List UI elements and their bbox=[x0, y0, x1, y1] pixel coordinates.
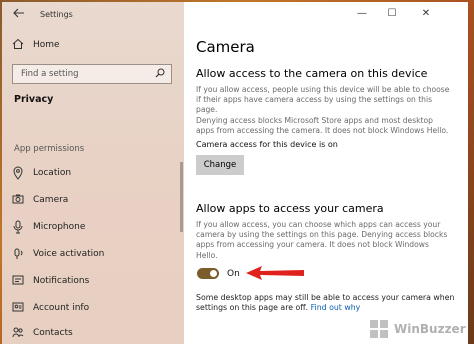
device-access-heading: Allow access to the camera on this devic… bbox=[196, 67, 428, 80]
sidebar-item-label: Notifications bbox=[33, 276, 90, 286]
section-title-privacy: Privacy bbox=[14, 94, 54, 105]
search-placeholder: Find a setting bbox=[21, 69, 79, 79]
search-input[interactable]: Find a setting bbox=[12, 64, 172, 84]
sidebar-item-microphone[interactable]: Microphone bbox=[2, 218, 184, 240]
apps-access-heading: Allow apps to access your camera bbox=[196, 202, 384, 215]
winbuzzer-logo-icon bbox=[370, 320, 388, 338]
main-content: Camera Allow access to the camera on thi… bbox=[194, 2, 468, 344]
sidebar-item-label: Location bbox=[33, 168, 72, 178]
arrow-left-icon bbox=[13, 8, 24, 18]
toggle-knob bbox=[210, 270, 217, 277]
change-button[interactable]: Change bbox=[196, 155, 244, 175]
find-out-why-link[interactable]: Find out why bbox=[311, 303, 361, 312]
group-label-app-permissions: App permissions bbox=[14, 144, 85, 154]
camera-apps-toggle[interactable] bbox=[197, 268, 219, 279]
description-line: If you allow access, you can choose whic… bbox=[196, 220, 441, 229]
notification-icon bbox=[12, 274, 24, 288]
sidebar-item-account-info[interactable]: Account info bbox=[2, 299, 184, 321]
description-line: apps from accessing the camera. It does … bbox=[196, 125, 449, 135]
apps-access-description: If you allow access, you can choose whic… bbox=[196, 220, 450, 261]
sidebar-item-label: Account info bbox=[33, 303, 90, 313]
watermark-text: WinBuzzer bbox=[394, 322, 466, 336]
description-line: Denying access blocks Microsoft Store ap… bbox=[196, 115, 434, 125]
sidebar-scrollbar[interactable] bbox=[180, 162, 183, 232]
sidebar-item-contacts[interactable]: Contacts bbox=[2, 324, 184, 344]
search-icon[interactable] bbox=[155, 68, 165, 81]
camera-icon bbox=[12, 193, 24, 207]
home-icon bbox=[12, 38, 24, 52]
sidebar-item-camera[interactable]: Camera bbox=[2, 191, 184, 213]
sidebar-item-label: Voice activation bbox=[33, 249, 105, 259]
sidebar-item-notifications[interactable]: Notifications bbox=[2, 272, 184, 294]
window-title: Settings bbox=[40, 10, 73, 19]
sidebar-item-label: Contacts bbox=[33, 328, 73, 338]
sidebar-item-label: Microphone bbox=[33, 222, 86, 232]
red-arrow-annotation bbox=[246, 266, 304, 280]
page-title: Camera bbox=[196, 38, 255, 56]
sidebar-home-label: Home bbox=[33, 40, 60, 50]
device-access-description: If you allow access, people using this d… bbox=[196, 85, 450, 136]
description-line: if their apps have camera access by usin… bbox=[196, 95, 433, 115]
contacts-icon bbox=[12, 326, 24, 340]
sidebar-item-location[interactable]: Location bbox=[2, 164, 184, 186]
sidebar-item-label: Camera bbox=[33, 195, 69, 205]
description-line: camera by using the settings on this pag… bbox=[196, 230, 448, 240]
description-line: If you allow access, people using this d… bbox=[196, 85, 450, 94]
account-icon bbox=[12, 301, 24, 315]
toggle-state-label: On bbox=[227, 269, 240, 279]
location-icon bbox=[12, 166, 24, 180]
desktop-apps-note: Some desktop apps may still be able to a… bbox=[196, 293, 456, 314]
winbuzzer-watermark: WinBuzzer bbox=[368, 318, 468, 342]
description-line: apps from accessing your camera. It does… bbox=[196, 240, 429, 260]
device-access-status: Camera access for this device is on bbox=[196, 140, 338, 149]
voice-icon bbox=[12, 247, 24, 261]
microphone-icon bbox=[12, 220, 24, 234]
sidebar-item-home[interactable]: Home bbox=[2, 36, 184, 58]
back-button[interactable] bbox=[10, 6, 28, 24]
settings-window: Home Find a setting Privacy App permissi… bbox=[2, 2, 468, 344]
sidebar-item-voice-activation[interactable]: Voice activation bbox=[2, 245, 184, 267]
sidebar: Home Find a setting Privacy App permissi… bbox=[2, 2, 184, 344]
